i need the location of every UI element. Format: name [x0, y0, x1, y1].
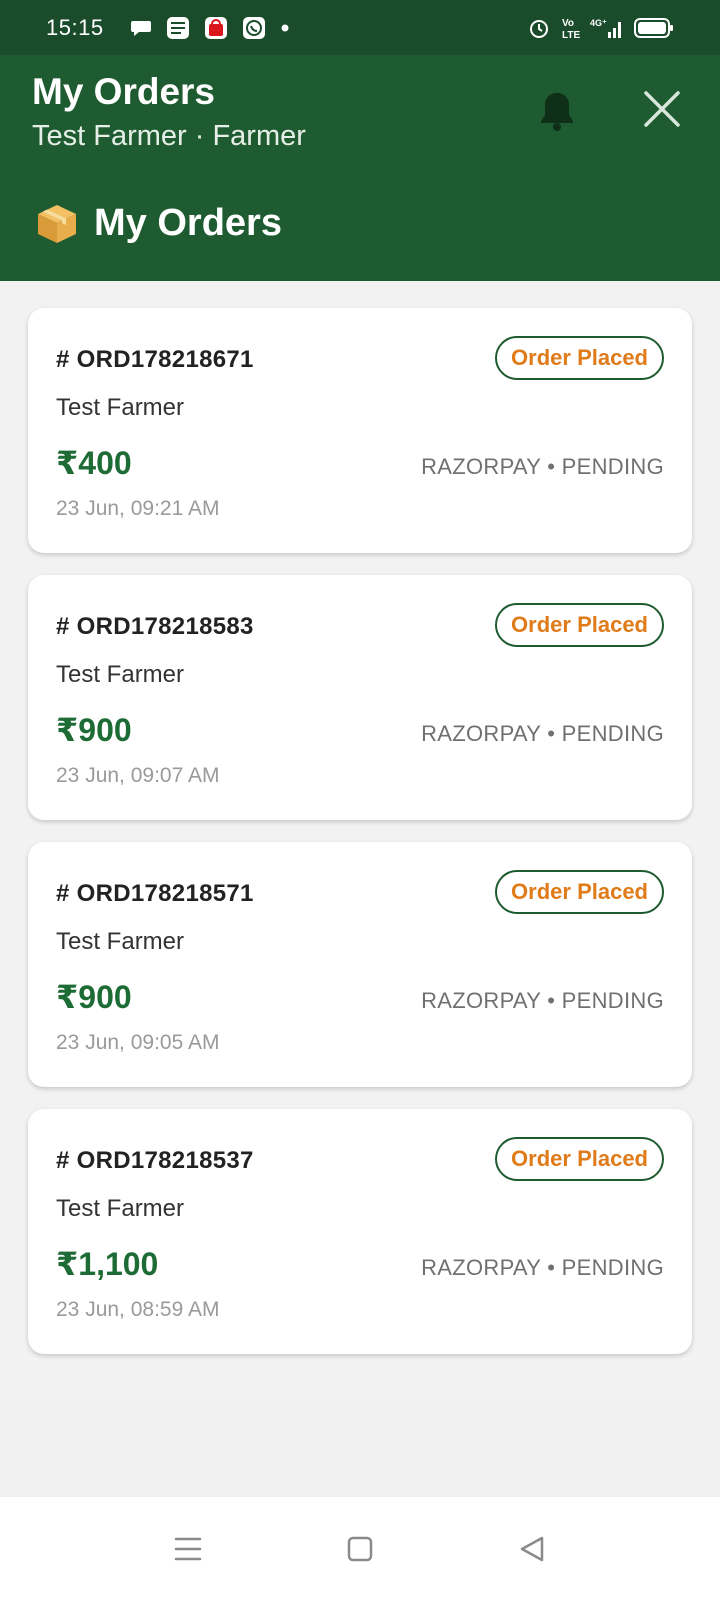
payment-status: RAZORPAY • PENDING	[421, 721, 664, 746]
news-icon	[166, 16, 190, 40]
section-title: My Orders	[94, 202, 282, 244]
app-header: My Orders Test Farmer · Farmer	[0, 55, 720, 166]
customer-name: Test Farmer	[56, 1195, 185, 1222]
close-icon[interactable]	[640, 87, 684, 131]
system-icons: Vo LTE 4G⁺	[528, 16, 674, 40]
bell-icon[interactable]	[537, 89, 577, 133]
order-date: 23 Jun, 09:05 AM	[56, 1031, 220, 1054]
order-card[interactable]: # ORD178218571 Order Placed Test Farmer …	[28, 842, 692, 1087]
order-date: 23 Jun, 08:59 AM	[56, 1298, 220, 1321]
order-card[interactable]: # ORD178218583 Order Placed Test Farmer …	[28, 575, 692, 820]
payment-status: RAZORPAY • PENDING	[421, 454, 664, 479]
page-title: My Orders	[32, 71, 216, 112]
svg-text:Vo: Vo	[562, 18, 574, 29]
order-id: # ORD178218537	[56, 1147, 254, 1174]
menu-icon[interactable]	[166, 1527, 210, 1571]
status-bar: 15:15 Vo LTE 4G⁺	[0, 0, 720, 55]
notification-icons	[130, 16, 290, 40]
order-amount: ₹900	[56, 712, 132, 748]
battery-icon	[634, 17, 674, 39]
status-badge: Order Placed	[495, 603, 664, 647]
order-id: # ORD178218671	[56, 346, 254, 373]
order-id: # ORD178218583	[56, 613, 254, 640]
customer-name: Test Farmer	[56, 394, 185, 421]
payment-status: RAZORPAY • PENDING	[421, 988, 664, 1013]
payment-status: RAZORPAY • PENDING	[421, 1255, 664, 1280]
order-id: # ORD178218571	[56, 880, 254, 907]
alarm-icon	[528, 17, 550, 39]
user-subtitle: Test Farmer · Farmer	[32, 120, 306, 152]
whatsapp-icon	[242, 16, 266, 40]
shopping-bag-icon	[204, 16, 228, 40]
home-square-icon[interactable]	[338, 1527, 382, 1571]
order-date: 23 Jun, 09:07 AM	[56, 764, 220, 787]
status-badge: Order Placed	[495, 870, 664, 914]
status-badge: Order Placed	[495, 1137, 664, 1181]
svg-text:4G⁺: 4G⁺	[590, 18, 607, 28]
dot-icon	[280, 23, 290, 33]
order-amount: ₹1,100	[56, 1246, 159, 1282]
status-badge: Order Placed	[495, 336, 664, 380]
order-date: 23 Jun, 09:21 AM	[56, 497, 220, 520]
customer-name: Test Farmer	[56, 661, 185, 688]
customer-name: Test Farmer	[56, 928, 185, 955]
chat-bubble-icon	[130, 18, 152, 38]
order-amount: ₹400	[56, 445, 132, 481]
section-header: My Orders	[0, 166, 720, 281]
order-card[interactable]: # ORD178218537 Order Placed Test Farmer …	[28, 1109, 692, 1354]
back-triangle-icon[interactable]	[510, 1527, 554, 1571]
system-nav-bar	[0, 1497, 720, 1600]
order-amount: ₹900	[56, 979, 132, 1015]
svg-text:LTE: LTE	[562, 30, 580, 40]
signal-4g-icon: 4G⁺	[590, 16, 624, 40]
orders-list: # ORD178218671 Order Placed Test Farmer …	[0, 281, 720, 1396]
order-card[interactable]: # ORD178218671 Order Placed Test Farmer …	[28, 308, 692, 553]
package-icon	[34, 201, 80, 247]
volte-icon: Vo LTE	[560, 16, 580, 40]
status-time: 15:15	[46, 14, 104, 40]
